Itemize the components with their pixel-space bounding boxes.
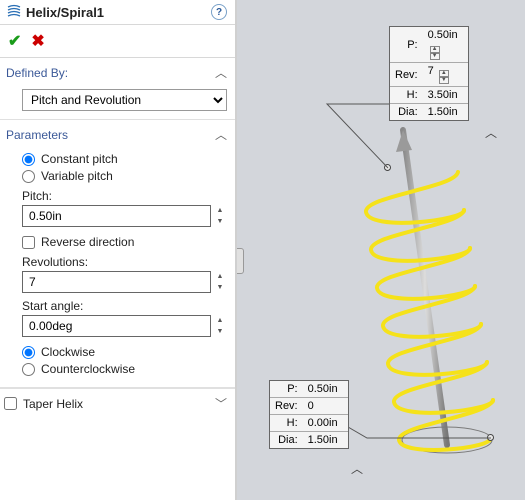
dim-value[interactable]: 7: [428, 65, 434, 77]
constant-pitch-label: Constant pitch: [41, 152, 118, 166]
dimension-callout-bottom[interactable]: P:0.50in Rev:0 H:0.00in Dia:1.50in: [269, 380, 349, 449]
property-panel: Helix/Spiral1 ? ✔ ✖ Defined By: ︿ Pitch …: [0, 0, 237, 500]
defined-by-header[interactable]: Defined By: ︿: [0, 58, 235, 85]
panel-title: Helix/Spiral1: [26, 5, 211, 20]
viewport-3d[interactable]: P: 0.50in ▲▼ Rev: 7 ▲▼ H: 3.50in Dia: 1.…: [237, 0, 525, 500]
clockwise-label: Clockwise: [41, 345, 95, 359]
dim-value: 0: [303, 398, 348, 415]
dim-value: 3.50in: [423, 87, 468, 104]
start-angle-label: Start angle:: [22, 299, 227, 313]
pitch-input[interactable]: [22, 205, 211, 227]
collapse-icon[interactable]: ︿: [215, 126, 227, 143]
defined-by-body: Pitch and Revolution: [0, 85, 235, 120]
dim-value: 0.50in: [303, 381, 348, 398]
taper-helix-row: Taper Helix ﹀: [0, 388, 235, 418]
parameters-header[interactable]: Parameters ︿: [0, 120, 235, 147]
callout-collapse-icon[interactable]: ︿: [485, 124, 497, 141]
action-row: ✔ ✖: [0, 25, 235, 58]
counterclockwise-radio[interactable]: [22, 363, 35, 376]
expand-icon[interactable]: ﹀: [215, 395, 227, 412]
revolutions-input[interactable]: [22, 271, 211, 293]
variable-pitch-radio[interactable]: [22, 170, 35, 183]
helix-icon: [6, 4, 22, 20]
clockwise-radio[interactable]: [22, 346, 35, 359]
revolutions-label: Revolutions:: [22, 255, 227, 269]
cancel-button[interactable]: ✖: [31, 31, 44, 51]
pitch-label: Pitch:: [22, 189, 227, 203]
taper-helix-checkbox[interactable]: [4, 397, 17, 410]
dim-value: 0.00in: [303, 415, 348, 432]
parameters-body: Constant pitch Variable pitch Pitch: ▲▼ …: [0, 147, 235, 388]
dim-spinner[interactable]: ▲▼: [430, 46, 440, 60]
constant-pitch-radio[interactable]: [22, 153, 35, 166]
revolutions-spinner[interactable]: ▲▼: [213, 271, 227, 293]
panel-header: Helix/Spiral1 ?: [0, 0, 235, 25]
reverse-direction-label: Reverse direction: [41, 235, 134, 249]
reverse-direction-checkbox[interactable]: [22, 236, 35, 249]
start-angle-spinner[interactable]: ▲▼: [213, 315, 227, 337]
start-angle-input[interactable]: [22, 315, 211, 337]
pitch-spinner[interactable]: ▲▼: [213, 205, 227, 227]
help-icon[interactable]: ?: [211, 4, 227, 20]
dim-value[interactable]: 0.50in: [428, 29, 458, 41]
taper-helix-label: Taper Helix: [23, 397, 83, 411]
defined-by-label: Defined By:: [6, 66, 68, 80]
defined-by-select[interactable]: Pitch and Revolution: [22, 89, 227, 111]
variable-pitch-label: Variable pitch: [41, 169, 113, 183]
dim-value: 1.50in: [423, 104, 468, 121]
dim-value: 1.50in: [303, 432, 348, 449]
dim-key: P:: [390, 27, 423, 63]
parameters-label: Parameters: [6, 128, 68, 142]
dimension-callout-top[interactable]: P: 0.50in ▲▼ Rev: 7 ▲▼ H: 3.50in Dia: 1.…: [389, 26, 469, 121]
callout-collapse-icon[interactable]: ︿: [351, 460, 363, 477]
dim-spinner[interactable]: ▲▼: [439, 70, 449, 84]
counterclockwise-label: Counterclockwise: [41, 362, 135, 376]
ok-button[interactable]: ✔: [8, 31, 21, 51]
collapse-icon[interactable]: ︿: [215, 64, 227, 81]
